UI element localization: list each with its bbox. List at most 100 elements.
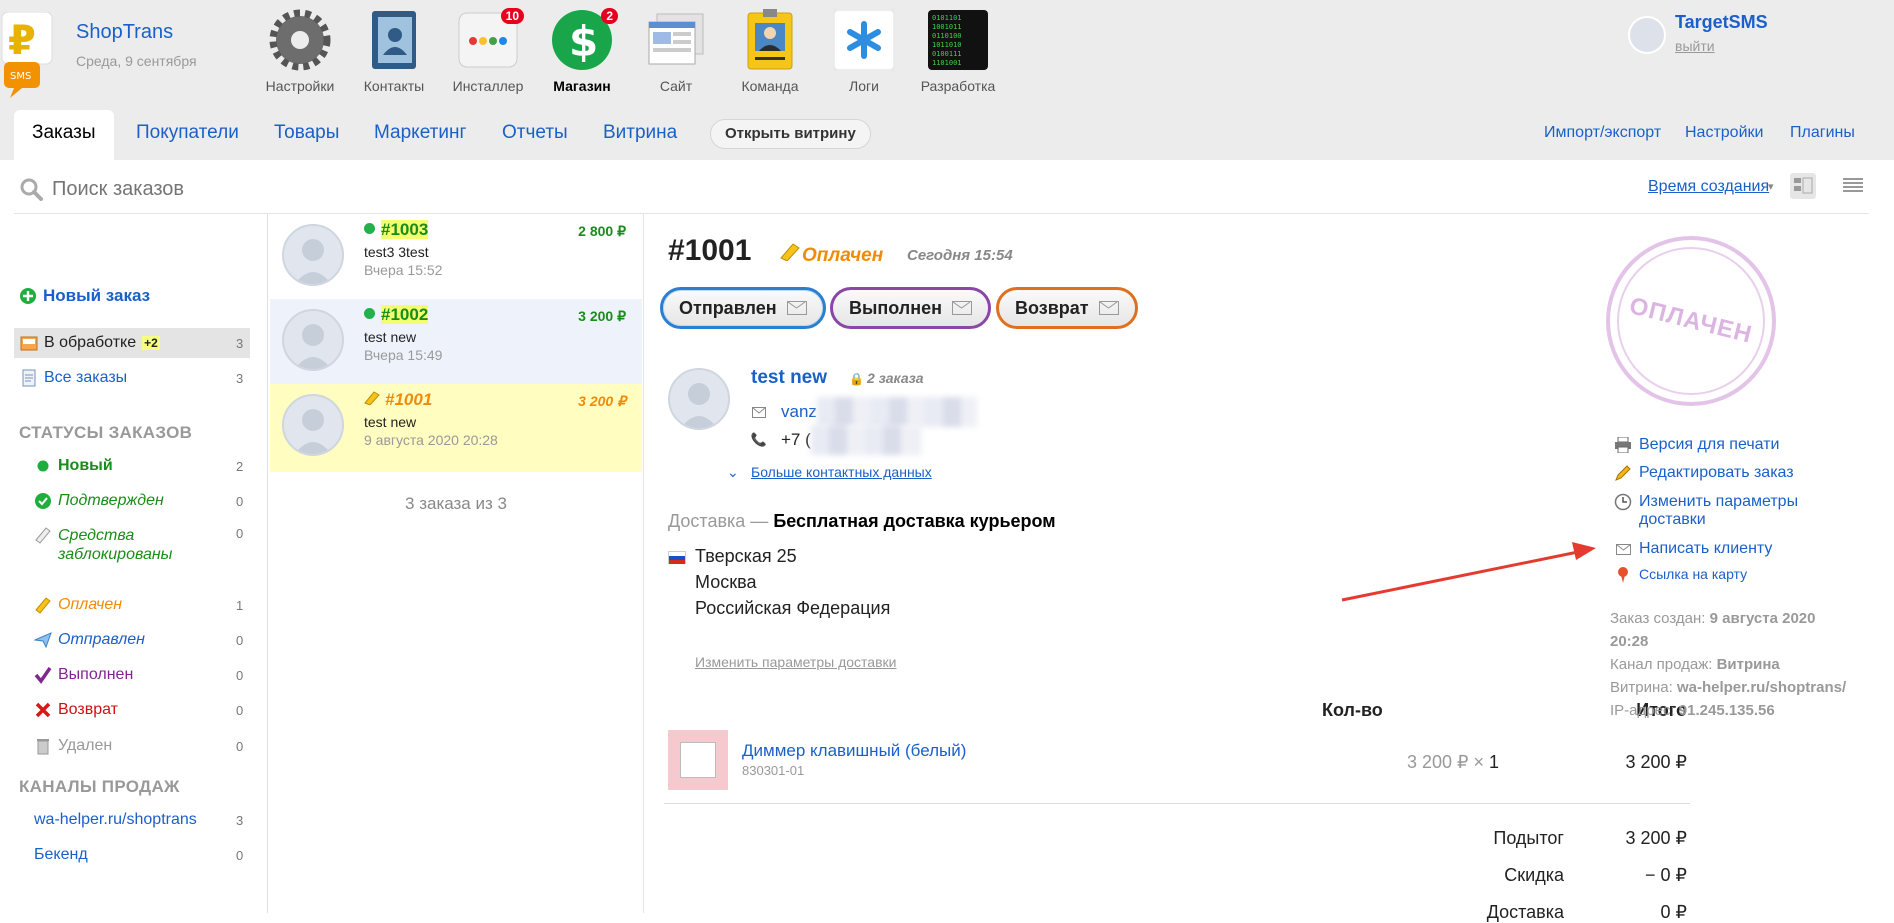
app-label: Контакты — [363, 78, 425, 94]
order-ip: IP-адрес: 91.245.135.56 — [1610, 699, 1775, 722]
app-site[interactable]: Сайт — [629, 8, 723, 94]
app-installer[interactable]: 10 Инсталлер — [441, 8, 535, 94]
orders-count-text: 2 заказа — [866, 370, 924, 386]
search-input[interactable] — [52, 172, 652, 206]
sidebar-item-status-paid[interactable]: Оплачен 1 — [34, 590, 268, 620]
link-label: Изменить параметры доставки — [1639, 493, 1798, 529]
order-sum: 3 200 ₽ — [578, 393, 626, 409]
address-line: Российская Федерация — [695, 598, 891, 618]
meta-label: Витрина: — [1610, 679, 1673, 696]
tab-storefront[interactable]: Витрина — [603, 110, 677, 160]
tab-products[interactable]: Товары — [274, 110, 339, 160]
write-client-link[interactable]: Написать клиенту — [1614, 540, 1772, 558]
sidebar-item-status-sent[interactable]: Отправлен 0 — [34, 625, 268, 655]
map-pin-icon — [1614, 566, 1632, 584]
team-badge-icon — [738, 8, 802, 72]
app-development[interactable]: 0101101 1001011 0110100 1011010 0100111 11010… — [911, 8, 1005, 94]
app-logo-icon[interactable]: ₽ SMS — [0, 11, 55, 100]
customer-avatar[interactable] — [668, 368, 730, 430]
order-number-text: #1002 — [381, 305, 429, 324]
action-refund-button[interactable]: Возврат — [996, 287, 1138, 329]
customer-name[interactable]: test new — [751, 367, 827, 389]
open-storefront-button[interactable]: Открыть витрину — [710, 119, 871, 149]
app-name[interactable]: ShopTrans — [76, 21, 197, 44]
customer-orders-count: 🔒 2 заказа — [849, 370, 924, 386]
shop-badge: 2 — [601, 8, 618, 24]
plugins-link[interactable]: Плагины — [1790, 110, 1855, 156]
meta-value: 9 августа 2020 — [1709, 610, 1816, 627]
credit-card-icon — [34, 526, 52, 544]
sidebar-item-label: Подтвержден — [58, 492, 164, 509]
printer-icon — [1614, 436, 1632, 454]
status-dot-icon — [364, 223, 375, 234]
sidebar-item-status-refund[interactable]: Возврат 0 — [34, 695, 268, 725]
sidebar-item-status-confirmed[interactable]: Подтвержден 0 — [34, 486, 268, 516]
sidebar-item-status-deleted[interactable]: Удален 0 — [34, 731, 268, 761]
app-logs[interactable]: Логи — [817, 8, 911, 94]
tab-marketing[interactable]: Маркетинг — [374, 110, 466, 160]
app-label: Инсталлер — [452, 78, 524, 94]
sidebar-item-processing[interactable]: В обработке +2 3 — [14, 328, 250, 358]
order-storefront: Витрина: wa-helper.ru/shoptrans/ — [1610, 676, 1846, 699]
product-image[interactable] — [668, 730, 728, 790]
action-done-button[interactable]: Выполнен — [830, 287, 991, 329]
change-delivery-link[interactable]: Изменить параметры доставки — [695, 654, 896, 670]
discount-value: − 0 ₽ — [1645, 865, 1687, 885]
action-label: Отправлен — [679, 297, 777, 318]
redacted-area — [816, 397, 977, 427]
product-sku: 830301-01 — [742, 763, 805, 778]
order-row-1003[interactable]: #1003 2 800 ₽ test3 3test Вчера 15:52 — [270, 214, 642, 302]
sidebar-item-channel-backend[interactable]: Бекенд 0 — [34, 840, 268, 870]
count: 0 — [236, 847, 244, 863]
tab-orders[interactable]: Заказы — [14, 110, 114, 160]
print-version-link[interactable]: Версия для печати — [1614, 436, 1779, 454]
sidebar-item-all-orders[interactable]: Все заказы 3 — [20, 363, 288, 393]
meta-label: Канал продаж: — [1610, 656, 1713, 673]
user-name[interactable]: TargetSMS — [1675, 12, 1768, 33]
order-row-1002[interactable]: #1002 3 200 ₽ test new Вчера 15:49 — [270, 299, 642, 387]
view-split-button[interactable] — [1790, 173, 1816, 199]
check-circle-icon — [34, 492, 52, 510]
order-row-1001[interactable]: #1001 3 200 ₽ test new 9 августа 2020 20… — [270, 384, 642, 472]
address-line: Москва — [695, 572, 757, 592]
sidebar-item-label: Отправлен — [58, 631, 145, 648]
edit-order-link[interactable]: Редактировать заказ — [1614, 464, 1794, 482]
sidebar-item-channel-storefront[interactable]: wa-helper.ru/shoptrans 3 — [34, 805, 268, 835]
sort-dropdown[interactable]: Время создания — [1648, 178, 1769, 196]
link-label: Написать клиенту — [1639, 540, 1773, 557]
product-qty: 3 200 ₽ × 1 — [1289, 752, 1499, 773]
order-number: #1001 — [364, 390, 432, 410]
clock-icon — [1614, 493, 1632, 511]
sidebar-item-label: Выполнен — [58, 666, 134, 683]
new-order-button[interactable]: Новый заказ — [19, 281, 259, 311]
import-export-link[interactable]: Импорт/экспорт — [1544, 110, 1661, 156]
map-link[interactable]: Ссылка на карту — [1614, 566, 1747, 584]
sidebar-item-status-new[interactable]: Новый 2 — [34, 451, 268, 481]
settings-link[interactable]: Настройки — [1685, 110, 1763, 156]
order-customer: test new — [364, 329, 417, 345]
tab-reports[interactable]: Отчеты — [502, 110, 568, 160]
view-table-button[interactable] — [1840, 173, 1866, 199]
cross-icon — [34, 701, 52, 719]
sidebar-item-status-blocked[interactable]: Средства заблокированы 0 — [34, 526, 268, 572]
app-shop[interactable]: $ 2 Магазин — [535, 8, 629, 94]
green-dot-icon — [34, 457, 52, 475]
app-settings[interactable]: Настройки — [253, 8, 347, 94]
change-delivery-params-link[interactable]: Изменить параметры доставки — [1614, 493, 1798, 529]
app-team[interactable]: Команда — [723, 8, 817, 94]
customer-email-text[interactable]: vanz — [781, 402, 817, 422]
sidebar-item-status-done[interactable]: Выполнен 0 — [34, 660, 268, 690]
delivery-label: Доставка — — [668, 511, 769, 531]
phone-icon: 📞 — [750, 432, 768, 447]
avatar[interactable] — [1628, 16, 1666, 54]
order-date: Вчера 15:52 — [364, 262, 443, 278]
action-sent-button[interactable]: Отправлен — [660, 287, 826, 329]
tab-customers[interactable]: Покупатели — [136, 110, 239, 160]
meta-value: 20:28 — [1610, 633, 1649, 650]
link-label: Редактировать заказ — [1639, 464, 1794, 481]
more-contact-link[interactable]: ⌄ Больше контактных данных — [727, 464, 932, 481]
app-contacts[interactable]: Контакты — [347, 8, 441, 94]
product-name[interactable]: Диммер клавишный (белый) — [742, 741, 966, 761]
logout-link[interactable]: выйти — [1675, 38, 1715, 54]
site-icon — [644, 8, 708, 72]
